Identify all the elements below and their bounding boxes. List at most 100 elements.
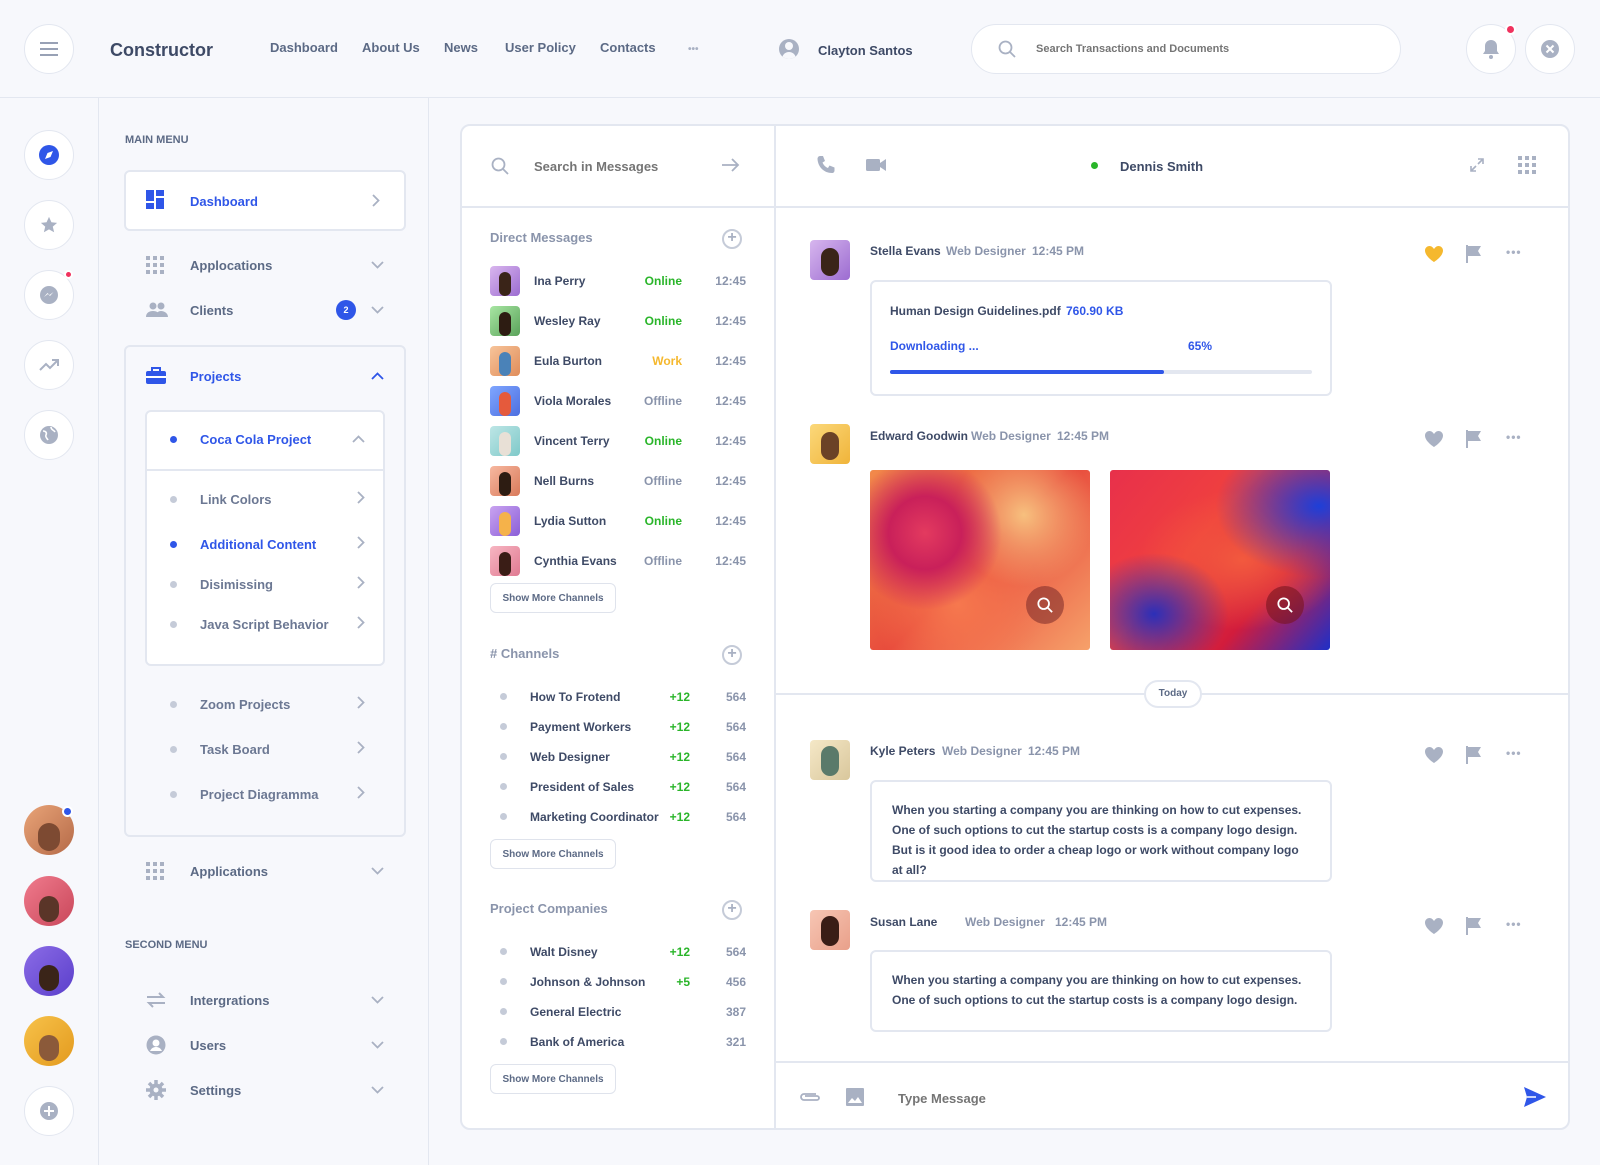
send-icon[interactable]	[1524, 1087, 1546, 1107]
avatar[interactable]	[810, 740, 850, 780]
video-camera-icon[interactable]	[866, 158, 886, 172]
direct-message-row[interactable]: Viola Morales Offline 12:45	[490, 386, 746, 416]
channel-row[interactable]: President of Sales +12 564	[500, 778, 746, 796]
paperclip-icon[interactable]	[798, 1090, 822, 1104]
global-search-box[interactable]	[971, 24, 1401, 74]
nav-news[interactable]: News	[444, 40, 478, 55]
nav-more-button[interactable]: •••	[688, 44, 699, 55]
sub-item-additional-content[interactable]: Additional Content	[170, 534, 365, 556]
direct-message-row[interactable]: Lydia Sutton Online 12:45	[490, 506, 746, 536]
company-row[interactable]: Bank of America 321	[500, 1033, 746, 1051]
channels-title: # Channels	[490, 646, 560, 661]
direct-message-row[interactable]: Cynthia Evans Offline 12:45	[490, 546, 746, 576]
rail-globe-button[interactable]	[24, 410, 74, 460]
apps-grid-icon[interactable]	[1518, 156, 1536, 174]
flag-icon[interactable]	[1466, 430, 1482, 448]
rail-analytics-button[interactable]	[24, 340, 74, 390]
show-more-channels-button[interactable]: Show More Channels	[490, 839, 616, 869]
message-time: 12:45	[715, 434, 746, 448]
more-options-icon[interactable]: •••	[1506, 430, 1522, 444]
avatar[interactable]	[810, 910, 850, 950]
sender-name[interactable]: Edward Goodwin	[870, 429, 968, 443]
sidebar-item-applications[interactable]: Applications	[146, 859, 402, 883]
global-search-input[interactable]	[1036, 39, 1376, 59]
expand-icon[interactable]	[1470, 158, 1484, 172]
project-item-coca-cola[interactable]: Coca Cola Project	[170, 429, 365, 451]
project-item-project-diagramma[interactable]: Project Diagramma	[170, 784, 365, 806]
user-avatar-icon[interactable]	[779, 39, 799, 59]
hamburger-icon	[40, 42, 58, 56]
nav-dashboard[interactable]: Dashboard	[270, 40, 338, 55]
sender-name[interactable]: Stella Evans	[870, 244, 941, 258]
file-attachment-card[interactable]: Human Design Guidelines.pdf 760.90 KB Do…	[870, 280, 1332, 396]
rail-user-avatar-4[interactable]	[24, 1016, 74, 1066]
nav-contacts[interactable]: Contacts	[600, 40, 656, 55]
direct-message-row[interactable]: Eula Burton Work 12:45	[490, 346, 746, 376]
avatar	[490, 306, 520, 336]
nav-user-policy[interactable]: User Policy	[505, 40, 576, 55]
direct-message-row[interactable]: Ina Perry Online 12:45	[490, 266, 746, 296]
nav-about-us[interactable]: About Us	[362, 40, 420, 55]
heart-icon[interactable]	[1424, 917, 1444, 935]
sidebar-item-dashboard[interactable]: Dashboard	[124, 170, 406, 231]
channel-row[interactable]: Payment Workers +12 564	[500, 718, 746, 736]
flag-icon[interactable]	[1466, 917, 1482, 935]
sidebar-item-clients[interactable]: Clients 2	[146, 298, 402, 322]
sub-item-link-colors[interactable]: Link Colors	[170, 489, 365, 511]
chevron-down-icon	[371, 867, 384, 875]
heart-icon[interactable]	[1424, 746, 1444, 764]
shared-image-2[interactable]	[1110, 470, 1330, 650]
rail-user-avatar-3[interactable]	[24, 946, 74, 996]
image-icon[interactable]	[846, 1088, 864, 1106]
avatar[interactable]	[810, 240, 850, 280]
heart-icon[interactable]	[1424, 245, 1444, 263]
sidebar-item-applocations[interactable]: Applocations	[146, 253, 402, 277]
direct-message-row[interactable]: Vincent Terry Online 12:45	[490, 426, 746, 456]
company-row[interactable]: Johnson & Johnson +5 456	[500, 973, 746, 991]
zoom-button[interactable]	[1266, 586, 1304, 624]
message-input[interactable]	[898, 1088, 1458, 1108]
direct-message-row[interactable]: Nell Burns Offline 12:45	[490, 466, 746, 496]
sidebar-item-users[interactable]: Users	[146, 1033, 402, 1057]
show-more-companies-button[interactable]: Show More Channels	[490, 1064, 616, 1094]
heart-icon[interactable]	[1424, 430, 1444, 448]
more-options-icon[interactable]: •••	[1506, 917, 1522, 931]
sub-item-java-script-behavior[interactable]: Java Script Behavior	[170, 614, 365, 636]
direct-message-row[interactable]: Wesley Ray Online 12:45	[490, 306, 746, 336]
more-options-icon[interactable]: •••	[1506, 245, 1522, 259]
zoom-button[interactable]	[1026, 586, 1064, 624]
rail-compass-button[interactable]	[24, 130, 74, 180]
user-name[interactable]: Clayton Santos	[818, 43, 913, 58]
flag-icon[interactable]	[1466, 245, 1482, 263]
channel-row[interactable]: Marketing Coordinator +12 564	[500, 808, 746, 826]
message-search-input[interactable]	[534, 156, 704, 176]
sidebar-item-settings[interactable]: Settings	[146, 1078, 402, 1102]
company-row[interactable]: Walt Disney +12 564	[500, 943, 746, 961]
add-direct-message-button[interactable]: +	[722, 229, 742, 249]
channel-row[interactable]: Web Designer +12 564	[500, 748, 746, 766]
sub-item-disimissing[interactable]: Disimissing	[170, 574, 365, 596]
close-button[interactable]	[1525, 24, 1575, 74]
flag-icon[interactable]	[1466, 746, 1482, 764]
project-item-task-board[interactable]: Task Board	[170, 739, 365, 761]
company-row[interactable]: General Electric 387	[500, 1003, 746, 1021]
rail-star-button[interactable]	[24, 200, 74, 250]
project-item-zoom-projects[interactable]: Zoom Projects	[170, 694, 365, 716]
add-channel-button[interactable]: +	[722, 645, 742, 665]
rail-user-avatar-2[interactable]	[24, 876, 74, 926]
company-increment: +12	[669, 945, 690, 959]
sidebar-item-intergrations[interactable]: Intergrations	[146, 988, 402, 1012]
channel-row[interactable]: How To Frotend +12 564	[500, 688, 746, 706]
sidebar-item-projects[interactable]: Projects	[146, 364, 402, 388]
shared-image-1[interactable]	[870, 470, 1090, 650]
arrow-right-icon[interactable]	[722, 157, 740, 173]
hamburger-menu-button[interactable]	[24, 24, 74, 74]
sender-name[interactable]: Kyle Peters	[870, 744, 935, 758]
rail-add-button[interactable]	[24, 1086, 74, 1136]
phone-icon[interactable]	[816, 155, 836, 175]
sender-name[interactable]: Susan Lane	[870, 915, 937, 929]
add-company-button[interactable]: +	[722, 900, 742, 920]
show-more-direct-button[interactable]: Show More Channels	[490, 583, 616, 613]
avatar[interactable]	[810, 424, 850, 464]
more-options-icon[interactable]: •••	[1506, 746, 1522, 760]
